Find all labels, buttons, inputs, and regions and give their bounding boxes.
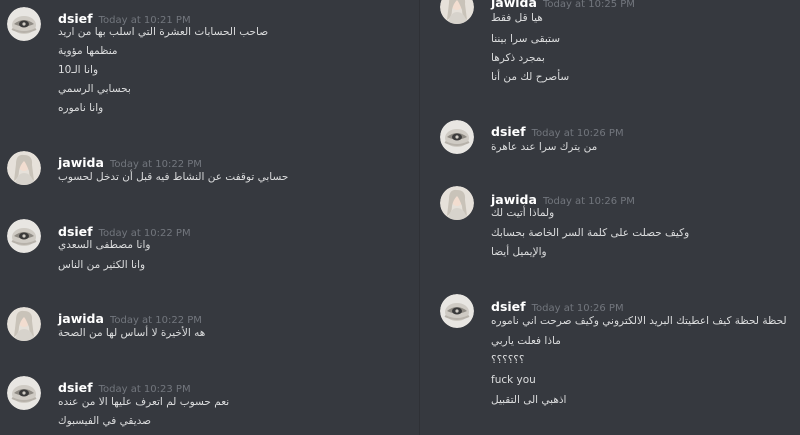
message-line: من يترك سرا عند عاهرة <box>491 141 598 153</box>
message-line: وكيف حصلت على كلمة السر الخاصة بحسابك <box>491 227 690 239</box>
left-chat-column: dsief Today at 10:21 PM صاحب الحسابات الع… <box>0 0 420 435</box>
message-line: وانا الـ10 <box>58 64 99 76</box>
message-line: ؟؟؟؟؟؟ <box>491 354 525 366</box>
username[interactable]: dsief <box>58 380 93 395</box>
timestamp: Today at 10:26 PM <box>542 196 635 207</box>
message-line: صديقي في الفيسبوك <box>58 415 152 427</box>
message-line: سأصرح لك من أنا <box>491 71 570 83</box>
message-line: اذهبي الى التقبيل <box>491 394 567 406</box>
message-line: بمجرد ذكرها <box>491 52 545 64</box>
mask-avatar-icon[interactable] <box>7 219 41 253</box>
message-line: والإيميل أيضا <box>491 246 547 258</box>
message-line: منظمها مؤوية <box>58 45 118 57</box>
timestamp: Today at 10:23 PM <box>98 384 191 395</box>
username[interactable]: dsief <box>58 224 93 239</box>
mask-avatar-icon[interactable] <box>7 376 41 410</box>
message-line: ولماذا أتيت لك <box>491 207 555 219</box>
right-chat-column: jawida Today at 10:25 PM هيا قل فقط ستبقى… <box>420 0 800 435</box>
message-line: حسابي توقفت عن النشاط فيه قبل أن تدخل لح… <box>58 171 289 183</box>
username[interactable]: jawida <box>491 0 537 10</box>
message-line: لحظة لحظة كيف اعطيتك البريد الالكتروني و… <box>491 315 787 327</box>
girl-avatar-icon[interactable] <box>440 186 474 220</box>
message-line: وانا ناموره <box>58 102 104 114</box>
girl-avatar-icon[interactable] <box>7 307 41 341</box>
message-line: fuck you <box>491 374 536 386</box>
username[interactable]: dsief <box>491 124 526 139</box>
username[interactable]: dsief <box>58 11 93 26</box>
mask-avatar-icon[interactable] <box>440 120 474 154</box>
girl-avatar-icon[interactable] <box>7 151 41 185</box>
message-line: هه الأخيرة لا أساس لها من الصحة <box>58 327 206 339</box>
mask-avatar-icon[interactable] <box>7 7 41 41</box>
mask-avatar-icon[interactable] <box>440 294 474 328</box>
message-line: وانا الكثير من الناس <box>58 259 146 271</box>
timestamp: Today at 10:22 PM <box>109 159 202 170</box>
timestamp: Today at 10:22 PM <box>109 315 202 326</box>
message-line: هيا قل فقط <box>491 12 543 24</box>
username[interactable]: jawida <box>491 192 537 207</box>
message-line: وانا مصطفى السعدي <box>58 239 151 251</box>
message-line: صاحب الحسابات العشرة التي اسلب بها من ار… <box>58 26 269 38</box>
message-line: بحسابي الرسمي <box>58 83 131 95</box>
timestamp: Today at 10:25 PM <box>542 0 635 10</box>
timestamp: Today at 10:21 PM <box>98 15 191 26</box>
message-line: نعم حسوب لم اتعرف عليها الا من عنده <box>58 396 230 408</box>
username[interactable]: jawida <box>58 311 104 326</box>
timestamp: Today at 10:26 PM <box>531 128 624 139</box>
girl-avatar-icon[interactable] <box>440 0 474 24</box>
username[interactable]: dsief <box>491 299 526 314</box>
timestamp: Today at 10:22 PM <box>98 228 191 239</box>
username[interactable]: jawida <box>58 155 104 170</box>
message-line: ماذا فعلت ياربي <box>491 335 561 347</box>
message-line: ستبقى سرا بيننا <box>491 33 561 45</box>
timestamp: Today at 10:26 PM <box>531 303 624 314</box>
